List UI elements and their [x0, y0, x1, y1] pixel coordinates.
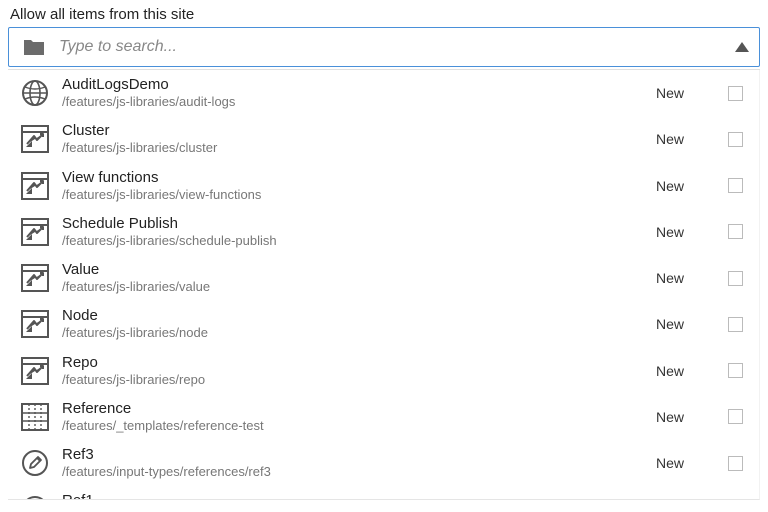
status-badge: New	[656, 131, 716, 147]
status-badge: New	[656, 316, 716, 332]
status-badge: New	[656, 409, 716, 425]
status-badge: New	[656, 178, 716, 194]
list-item-title: Cluster	[62, 122, 656, 140]
plane-icon	[20, 309, 50, 339]
select-checkbox[interactable]	[728, 178, 743, 193]
list-item-title: View functions	[62, 169, 656, 187]
list-item[interactable]: Schedule Publish/features/js-libraries/s…	[8, 209, 759, 255]
results-panel: AuditLogsDemo/features/js-libraries/audi…	[8, 69, 760, 500]
search-input[interactable]	[59, 38, 735, 56]
list-item-title: Schedule Publish	[62, 215, 656, 233]
list-item-text: Ref3/features/input-types/references/ref…	[62, 446, 656, 480]
list-item-path: /features/js-libraries/repo	[62, 372, 656, 388]
list-item-text: Cluster/features/js-libraries/cluster	[62, 122, 656, 156]
select-checkbox[interactable]	[728, 363, 743, 378]
select-checkbox[interactable]	[728, 224, 743, 239]
list-item[interactable]: Ref3/features/input-types/references/ref…	[8, 440, 759, 486]
list-item[interactable]: Node/features/js-libraries/nodeNew	[8, 301, 759, 347]
select-checkbox[interactable]	[728, 317, 743, 332]
plane-icon	[20, 124, 50, 154]
list-item[interactable]: View functions/features/js-libraries/vie…	[8, 163, 759, 209]
list-item[interactable]: Value/features/js-libraries/valueNew	[8, 255, 759, 301]
allow-all-label: Allow all items from this site	[8, 4, 760, 27]
select-checkbox[interactable]	[728, 409, 743, 424]
list-item-path: /features/js-libraries/schedule-publish	[62, 233, 656, 249]
list-item-path: /features/js-libraries/cluster	[62, 140, 656, 156]
results-list[interactable]: AuditLogsDemo/features/js-libraries/audi…	[8, 70, 760, 500]
list-item-text: Schedule Publish/features/js-libraries/s…	[62, 215, 656, 249]
list-item-text: Ref1/features/input-types/references/ref…	[62, 492, 656, 500]
list-item-text: View functions/features/js-libraries/vie…	[62, 169, 656, 203]
select-checkbox[interactable]	[728, 86, 743, 101]
list-item[interactable]: Reference/features/_templates/reference-…	[8, 394, 759, 440]
list-item[interactable]: Ref1/features/input-types/references/ref…	[8, 486, 759, 500]
list-item-text: Node/features/js-libraries/node	[62, 307, 656, 341]
status-badge: New	[656, 85, 716, 101]
folder-icon	[23, 38, 45, 56]
pencil-icon	[20, 494, 50, 500]
list-item-text: Value/features/js-libraries/value	[62, 261, 656, 295]
globe-icon	[20, 78, 50, 108]
list-item[interactable]: AuditLogsDemo/features/js-libraries/audi…	[8, 70, 759, 116]
select-checkbox[interactable]	[728, 456, 743, 471]
select-checkbox[interactable]	[728, 132, 743, 147]
list-item-text: AuditLogsDemo/features/js-libraries/audi…	[62, 76, 656, 110]
list-item-title: Ref1	[62, 492, 656, 500]
plane-icon	[20, 356, 50, 386]
list-item-path: /features/js-libraries/view-functions	[62, 187, 656, 203]
collapse-icon[interactable]	[735, 42, 749, 52]
search-bar	[8, 27, 760, 67]
list-item[interactable]: Repo/features/js-libraries/repoNew	[8, 348, 759, 394]
list-item-title: Value	[62, 261, 656, 279]
list-item[interactable]: Cluster/features/js-libraries/clusterNew	[8, 116, 759, 162]
pencil-icon	[20, 448, 50, 478]
list-item-path: /features/input-types/references/ref3	[62, 464, 656, 480]
list-item-text: Repo/features/js-libraries/repo	[62, 354, 656, 388]
list-item-path: /features/js-libraries/audit-logs	[62, 94, 656, 110]
list-item-title: Reference	[62, 400, 656, 418]
list-item-title: Ref3	[62, 446, 656, 464]
grid-icon	[20, 402, 50, 432]
plane-icon	[20, 263, 50, 293]
list-item-path: /features/js-libraries/value	[62, 279, 656, 295]
list-item-title: Repo	[62, 354, 656, 372]
list-item-title: AuditLogsDemo	[62, 76, 656, 94]
list-item-path: /features/js-libraries/node	[62, 325, 656, 341]
list-item-text: Reference/features/_templates/reference-…	[62, 400, 656, 434]
status-badge: New	[656, 270, 716, 286]
list-item-path: /features/_templates/reference-test	[62, 418, 656, 434]
plane-icon	[20, 171, 50, 201]
select-checkbox[interactable]	[728, 271, 743, 286]
status-badge: New	[656, 363, 716, 379]
plane-icon	[20, 217, 50, 247]
status-badge: New	[656, 224, 716, 240]
list-item-title: Node	[62, 307, 656, 325]
status-badge: New	[656, 455, 716, 471]
